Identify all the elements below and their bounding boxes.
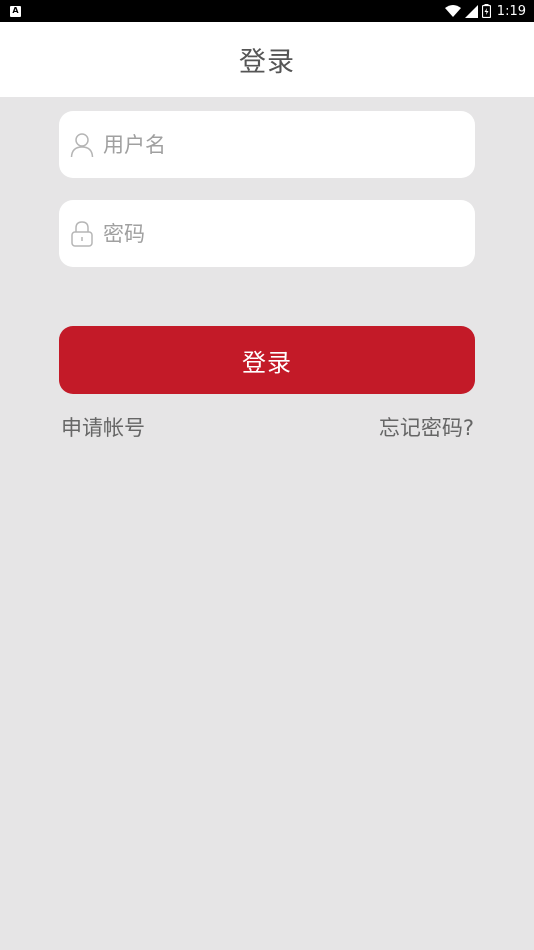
app-header: 登录 <box>0 22 534 97</box>
status-time: 1:19 <box>496 3 526 19</box>
notification-icon: A <box>10 5 21 17</box>
wifi-icon <box>444 4 461 17</box>
user-icon <box>69 131 95 159</box>
lock-icon <box>69 220 95 248</box>
password-input[interactable] <box>103 213 463 254</box>
status-left: A <box>10 5 21 17</box>
forgot-password-link[interactable]: 忘记密码? <box>379 412 474 442</box>
signal-icon <box>464 4 478 18</box>
page-title: 登录 <box>239 47 295 78</box>
password-field[interactable] <box>59 200 475 267</box>
status-right: 1:19 <box>444 3 526 19</box>
battery-icon <box>481 4 491 18</box>
notification-icon-letter: A <box>12 6 19 15</box>
status-bar: A 1:19 <box>0 0 534 22</box>
login-button[interactable]: 登录 <box>59 326 475 394</box>
username-input[interactable] <box>103 124 463 165</box>
register-link[interactable]: 申请帐号 <box>61 412 145 442</box>
username-field[interactable] <box>59 111 475 178</box>
